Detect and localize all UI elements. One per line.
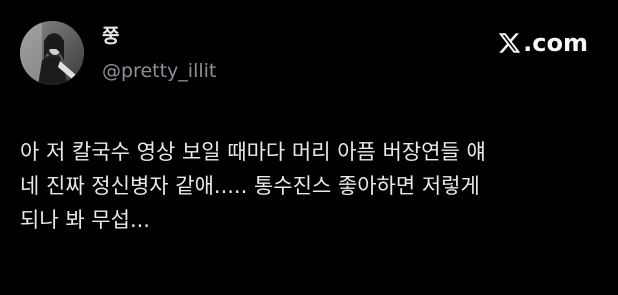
- profile-photo-icon: [20, 21, 84, 85]
- brand-domain-label: .com: [523, 29, 588, 57]
- post-text-line: 네 진짜 정신병자 같애..... 통수진스 좋아하면 저렇게: [20, 174, 480, 198]
- user-handle[interactable]: @pretty_illit: [102, 60, 216, 82]
- display-name[interactable]: 쭝: [102, 25, 119, 47]
- post-text-line: 아 저 칼국수 영상 보일 때마다 머리 아픔 버장연들 얘: [20, 140, 486, 164]
- post-text-line: 되나 봐 무섭...: [20, 208, 150, 232]
- avatar[interactable]: [20, 21, 84, 85]
- post-text: 아 저 칼국수 영상 보일 때마다 머리 아픔 버장연들 얘 네 진짜 정신병자…: [20, 135, 605, 237]
- x-com-brand[interactable]: .com: [497, 30, 588, 56]
- post-card: 쭝 @pretty_illit .com 아 저 칼국수 영상 보일 때마다 머…: [0, 0, 618, 295]
- x-logo-icon: [498, 33, 521, 53]
